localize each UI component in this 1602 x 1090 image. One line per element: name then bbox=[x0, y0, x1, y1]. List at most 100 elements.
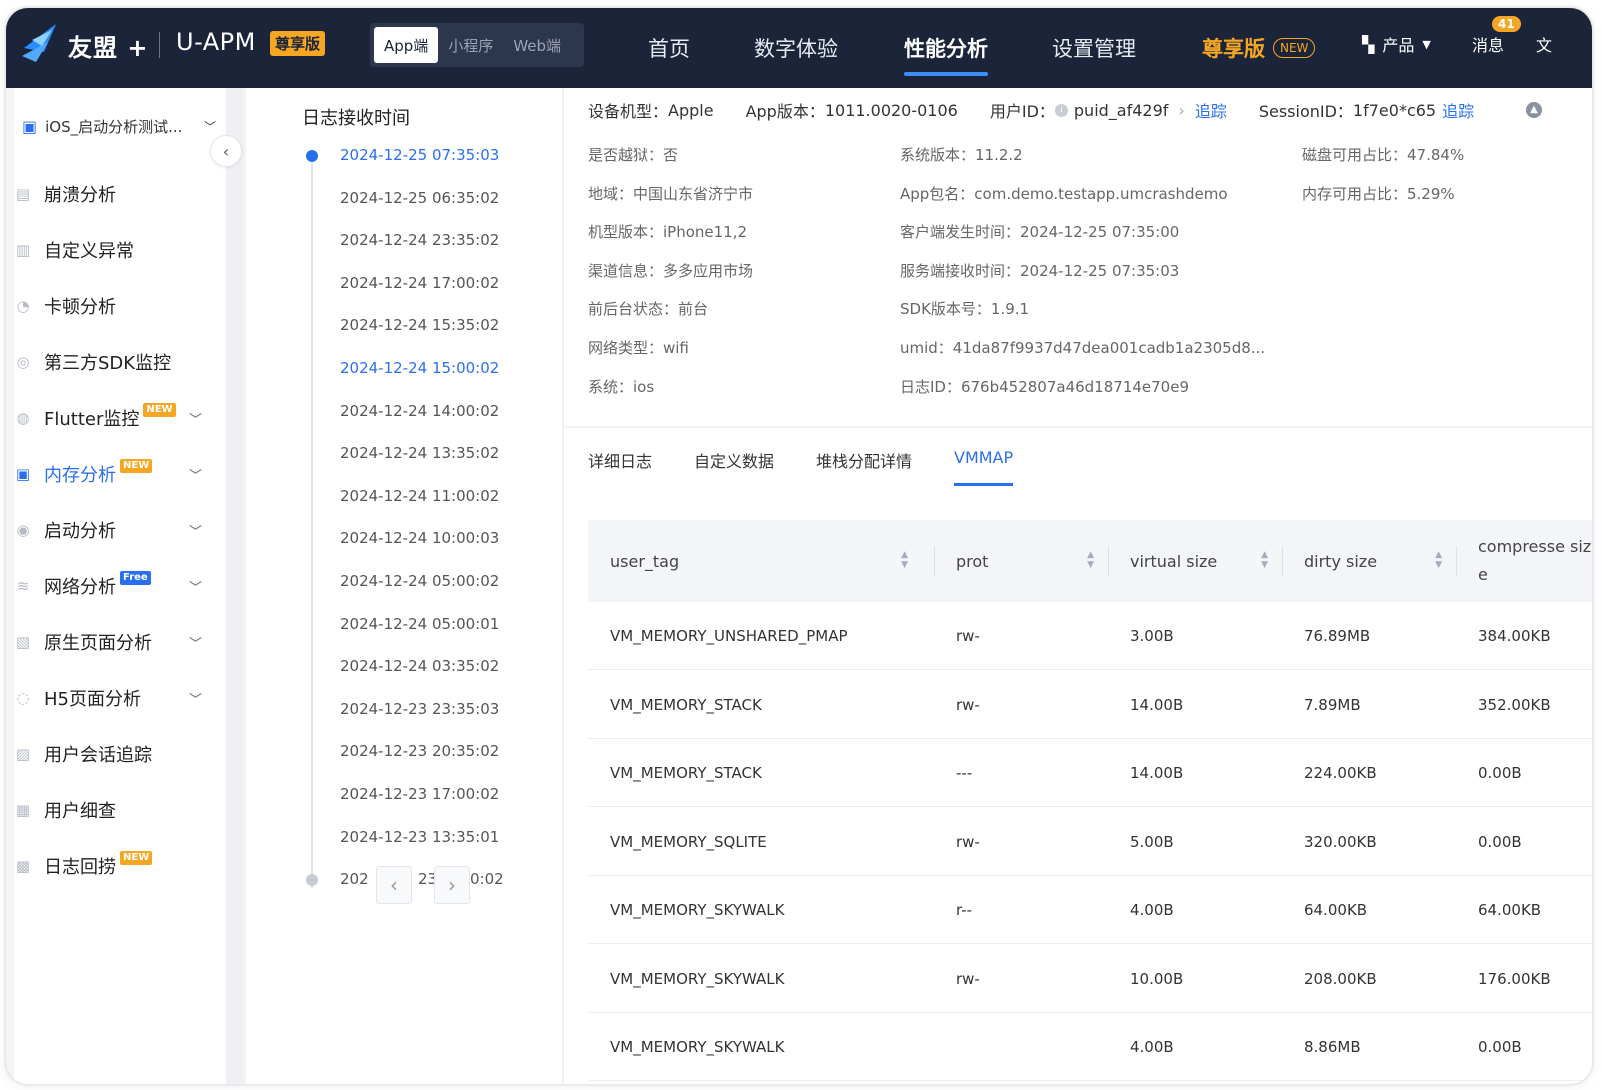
table-row[interactable]: VM_MEMORY_SKYWALK r-- 4.00B 64.00KB 64.00KB bbox=[588, 876, 1592, 944]
app-window: 友盟 + U-APM 尊享版 App端 小程序 Web端 首页 数字体验 性能分… bbox=[6, 8, 1592, 1084]
device-info-item: 服务端接收时间：2024-12-25 07:35:03 bbox=[900, 261, 1180, 280]
timeline-item[interactable]: 2024-12-24 17:00:02 bbox=[340, 274, 499, 292]
column-header-label: prot bbox=[956, 551, 989, 571]
sidebar-item[interactable]: ▣ 内存分析 NEW ﹀ bbox=[14, 454, 210, 494]
timeline-item[interactable]: 2024-12-25 06:35:02 bbox=[340, 189, 499, 207]
timeline-item[interactable]: 2024-12-24 14:00:02 bbox=[340, 402, 499, 420]
sidebar-item[interactable]: ▨ 用户会话追踪 bbox=[14, 734, 210, 774]
sort-icon[interactable]: ▲ ▼ bbox=[1261, 550, 1268, 570]
column-header-user-tag[interactable]: user_tag ▲ ▼ bbox=[610, 520, 920, 602]
sidebar-item[interactable]: ◔ 卡顿分析 bbox=[14, 286, 210, 326]
app-selector[interactable]: ▣ iOS_启动分析测试... ﹀ bbox=[22, 108, 216, 144]
table-row[interactable]: VM_MEMORY_UNSHARED_PMAP rw- 3.00B 76.89MB 38… bbox=[588, 602, 1592, 670]
table-cell: VM_MEMORY_SQLITE bbox=[610, 832, 767, 851]
timeline-item[interactable]: 2024-12-25 07:35:03 bbox=[340, 146, 499, 164]
user-detail-icon: ▦ bbox=[15, 801, 31, 819]
flutter-icon: ◍ bbox=[16, 409, 30, 427]
tab-stack-allocation[interactable]: 堆栈分配详情 bbox=[816, 448, 912, 472]
docs-link[interactable]: 文 bbox=[1536, 32, 1552, 56]
timeline-item[interactable]: 2024-12-24 03:35:02 bbox=[340, 657, 499, 675]
session-label: SessionID： bbox=[1258, 102, 1353, 121]
timeline-dot bbox=[306, 874, 318, 886]
products-menu[interactable]: ▚ 产品 ▼ bbox=[1362, 32, 1431, 56]
session-trace-link[interactable]: 追踪 bbox=[1442, 98, 1474, 122]
column-header-dirty-size[interactable]: dirty size ▲ ▼ bbox=[1304, 520, 1454, 602]
sort-icon[interactable]: ▲ ▼ bbox=[1435, 550, 1442, 570]
timeline-item[interactable]: 2024-12-24 15:00:02 bbox=[340, 359, 499, 377]
sidebar-item-label: 崩溃分析 bbox=[44, 185, 116, 206]
h5-icon: ◌ bbox=[16, 689, 30, 707]
column-header-prot[interactable]: prot ▲ ▼ bbox=[956, 520, 1106, 602]
column-header-virtual-size[interactable]: virtual size ▲ ▼ bbox=[1130, 520, 1280, 602]
nav-digital-experience[interactable]: 数字体验 bbox=[754, 8, 838, 88]
log-timeline: 日志接收时间 2024-12-25 07:35:03 2024-12-25 06:… bbox=[246, 88, 562, 1084]
table-row[interactable]: VM_MEMORY_STACK --- 14.00B 224.00KB 0.00B bbox=[588, 739, 1592, 807]
tab-vmmap[interactable]: VMMAP bbox=[954, 448, 1014, 486]
phone-icon: ▣ bbox=[22, 116, 38, 136]
sidebar-item[interactable]: ▦ 用户细查 bbox=[14, 790, 210, 830]
collapse-sidebar-button[interactable]: ‹ bbox=[210, 135, 242, 167]
timeline-item[interactable]: 2024-12-24 10:00:03 bbox=[340, 529, 499, 547]
tab-custom-data[interactable]: 自定义数据 bbox=[694, 448, 774, 472]
sidebar-item[interactable]: ▥ 自定义异常 bbox=[14, 230, 210, 270]
table-cell: 7.89MB bbox=[1304, 695, 1361, 714]
timeline-item[interactable]: 2024-12-24 05:00:02 bbox=[340, 572, 499, 590]
sidebar-item[interactable]: ◉ 启动分析 ﹀ bbox=[14, 510, 210, 550]
timeline-item[interactable]: 2024-12-23 20:35:02 bbox=[340, 742, 499, 760]
sidebar-item[interactable]: ◍ Flutter监控 NEW ﹀ bbox=[14, 398, 210, 438]
segment-app[interactable]: App端 bbox=[374, 27, 439, 63]
sidebar-item-badge: Free bbox=[120, 571, 151, 585]
timeline-item[interactable]: 2024-12-23 13:35:01 bbox=[340, 828, 499, 846]
timeline-prev-button[interactable]: ‹ bbox=[376, 866, 412, 904]
timeline-item[interactable]: 2024-12-24 23:35:02 bbox=[340, 231, 499, 249]
nav-settings[interactable]: 设置管理 bbox=[1052, 8, 1136, 88]
session-icon: ▨ bbox=[15, 745, 31, 763]
sidebar-item-label: 启动分析 bbox=[44, 521, 116, 542]
sidebar-item[interactable]: ◌ H5页面分析 ﹀ bbox=[14, 678, 210, 718]
device-model-value: Apple bbox=[668, 100, 714, 120]
timeline-item[interactable]: 2024-12-24 11:00:02 bbox=[340, 487, 499, 505]
nav-performance[interactable]: 性能分析 bbox=[904, 8, 988, 88]
table-row[interactable]: VM_MEMORY_STACK rw- 14.00B 7.89MB 352.00KB bbox=[588, 671, 1592, 739]
timeline-item-partial-left[interactable]: 202 bbox=[340, 870, 369, 888]
products-label: 产品 bbox=[1382, 36, 1415, 55]
segment-web[interactable]: Web端 bbox=[503, 27, 571, 63]
sidebar-item-badge: NEW bbox=[143, 403, 176, 417]
timeline-item[interactable]: 2024-12-24 13:35:02 bbox=[340, 444, 499, 462]
chevron-down-icon: ﹀ bbox=[188, 524, 202, 540]
sidebar-item[interactable]: ▤ 崩溃分析 bbox=[14, 174, 210, 214]
brand-name[interactable]: 友盟 + bbox=[68, 28, 148, 63]
collapse-up-icon[interactable]: ▲ bbox=[1526, 102, 1542, 118]
log-icon: ▩ bbox=[15, 857, 31, 875]
timeline-item[interactable]: 2024-12-23 17:00:02 bbox=[340, 785, 499, 803]
column-header-label: user_tag bbox=[610, 551, 680, 571]
messages-button[interactable]: 消息 bbox=[1472, 32, 1504, 56]
user-trace-link[interactable]: 追踪 bbox=[1195, 98, 1227, 122]
table-row[interactable]: VM_MEMORY_SKYWALK rw- 10.00B 208.00KB 176.00… bbox=[588, 945, 1592, 1013]
edition-badge: 尊享版 bbox=[270, 31, 326, 56]
table-cell: 384.00KB bbox=[1478, 627, 1551, 645]
timeline-item[interactable]: 2024-12-23 23:35:03 bbox=[340, 700, 499, 718]
device-info-item: 磁盘可用占比：47.84% bbox=[1302, 146, 1465, 164]
timeline-next-button[interactable]: › bbox=[434, 866, 470, 904]
device-info-item: 渠道信息：多多应用市场 bbox=[588, 261, 754, 280]
nav-vip[interactable]: 尊享版 NEW bbox=[1202, 8, 1316, 88]
column-header-compressed-size[interactable]: compresse size bbox=[1478, 520, 1592, 602]
sort-icon[interactable]: ▲ ▼ bbox=[901, 550, 908, 570]
table-cell: VM_MEMORY_SKYWALK bbox=[610, 1038, 785, 1056]
table-row[interactable]: VM_MEMORY_SQLITE rw- 5.00B 320.00KB 0.00B bbox=[588, 808, 1592, 876]
section-divider bbox=[564, 426, 1592, 428]
sidebar-item[interactable]: ≋ 网络分析 Free ﹀ bbox=[14, 566, 210, 606]
sort-icon[interactable]: ▲ ▼ bbox=[1087, 550, 1094, 570]
nav-home[interactable]: 首页 bbox=[648, 8, 690, 88]
table-row[interactable]: VM_MEMORY_SKYWALK 4.00B 8.86MB 0.00B bbox=[588, 1013, 1592, 1081]
timeline-item[interactable]: 2024-12-24 15:35:02 bbox=[340, 316, 499, 334]
sidebar-item[interactable]: ▩ 日志回捞 NEW bbox=[14, 846, 210, 886]
tab-detail-log[interactable]: 详细日志 bbox=[588, 448, 652, 472]
sidebar-item[interactable]: ◎ 第三方SDK监控 bbox=[14, 342, 210, 382]
timeline-item[interactable]: 2024-12-24 05:00:01 bbox=[340, 615, 499, 633]
sidebar-item[interactable]: ▧ 原生页面分析 ﹀ bbox=[14, 622, 210, 662]
segment-miniprogram[interactable]: 小程序 bbox=[438, 27, 503, 63]
sidebar-item-label: 用户会话追踪 bbox=[44, 745, 152, 766]
chevron-down-icon: ﹀ bbox=[188, 692, 202, 708]
